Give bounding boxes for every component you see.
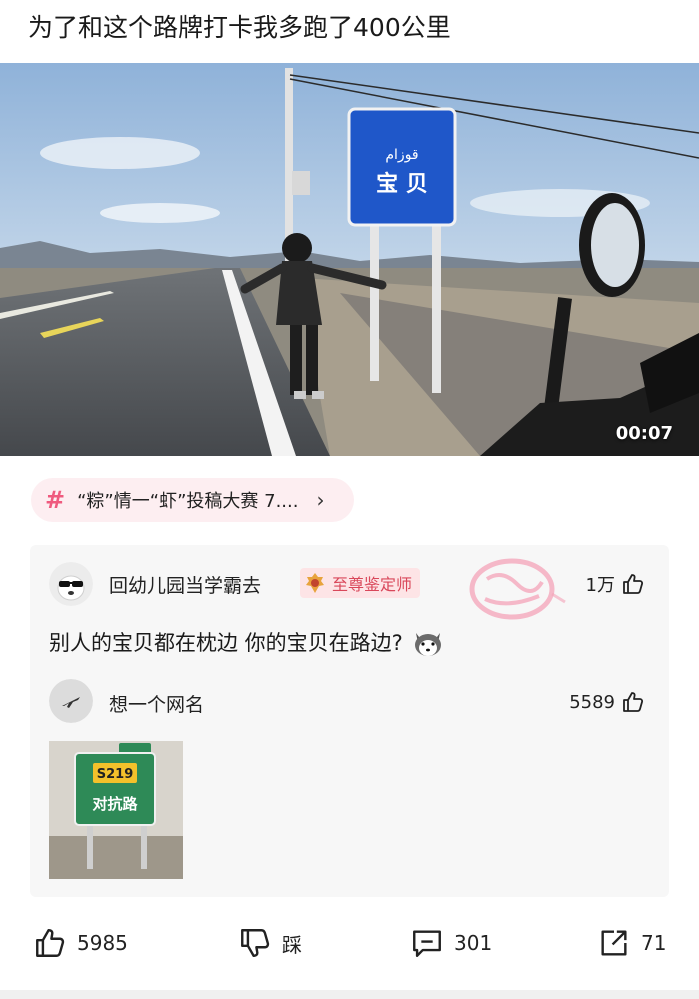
reply-sign-code: S219 (97, 767, 134, 782)
post-title: 为了和这个路牌打卡我多跑了400公里 (28, 13, 451, 42)
reply-username[interactable]: 想一个网名 (109, 690, 204, 717)
share-button[interactable]: 71 (597, 910, 666, 976)
reply-avatar[interactable] (49, 679, 93, 723)
dog-sunglasses-avatar-icon (49, 562, 93, 606)
reply-like-count: 5589 (569, 691, 615, 713)
thumbs-down-icon (241, 929, 270, 957)
chevron-right-icon: › (316, 488, 325, 512)
airplane-avatar-icon (49, 679, 93, 723)
comment-body: 别人的宝贝都在枕边 你的宝贝在路边? (49, 631, 403, 655)
comment-count: 301 (454, 931, 493, 955)
comment-like-count: 1万 (585, 575, 615, 596)
comment-icon (413, 930, 441, 957)
comment-button[interactable]: 301 (410, 910, 492, 976)
hashtag-icon: # (45, 486, 66, 514)
comment-text: 别人的宝贝都在枕边 你的宝贝在路边? (49, 625, 445, 659)
video-player[interactable]: قوزام 宝 贝 00:07 (0, 63, 699, 456)
medal-icon (306, 573, 324, 593)
comment-username[interactable]: 回幼儿园当学霸去 (109, 571, 261, 598)
badge-label: 至尊鉴定师 (332, 575, 413, 594)
sign-main-text: 宝 贝 (376, 171, 428, 197)
topic-tag[interactable]: # “粽”情一“虾”投稿大赛 7.... › (31, 478, 355, 522)
road-sign-photo: S219 对抗路 (49, 741, 183, 879)
avatar[interactable] (49, 562, 93, 606)
video-duration: 00:07 (615, 423, 673, 444)
thumbs-up-icon (36, 929, 65, 957)
share-count: 71 (641, 931, 667, 955)
sign-uyghur-text: قوزام (385, 147, 418, 163)
comment-like-button[interactable]: 1万 (586, 571, 645, 597)
reply-image[interactable]: S219 对抗路 (49, 741, 183, 879)
reply-like-button[interactable]: 5589 (569, 690, 645, 714)
husky-emoji-icon (414, 633, 441, 656)
comment-card: 回幼儿园当学霸去 至尊鉴定师 1万 别人的宝贝都在枕边 你的宝贝在路边? 想一个… (30, 545, 669, 897)
dislike-label: 踩 (282, 932, 302, 957)
thumbs-up-icon (623, 692, 644, 712)
reply-sign-main: 对抗路 (92, 795, 138, 813)
action-bar: 5985 踩 301 71 (0, 910, 699, 976)
bottom-divider (0, 990, 699, 999)
like-button[interactable]: 5985 (33, 910, 128, 976)
share-icon (601, 930, 627, 956)
dislike-button[interactable]: 踩 (238, 910, 302, 976)
stamp-decoration-icon (469, 558, 566, 620)
user-badge: 至尊鉴定师 (300, 568, 421, 598)
video-frame: قوزام 宝 贝 (0, 63, 699, 456)
topic-label: “粽”情一“虾”投稿大赛 7.... (77, 491, 299, 512)
like-count: 5985 (77, 931, 128, 955)
thumbs-up-icon (623, 574, 644, 594)
